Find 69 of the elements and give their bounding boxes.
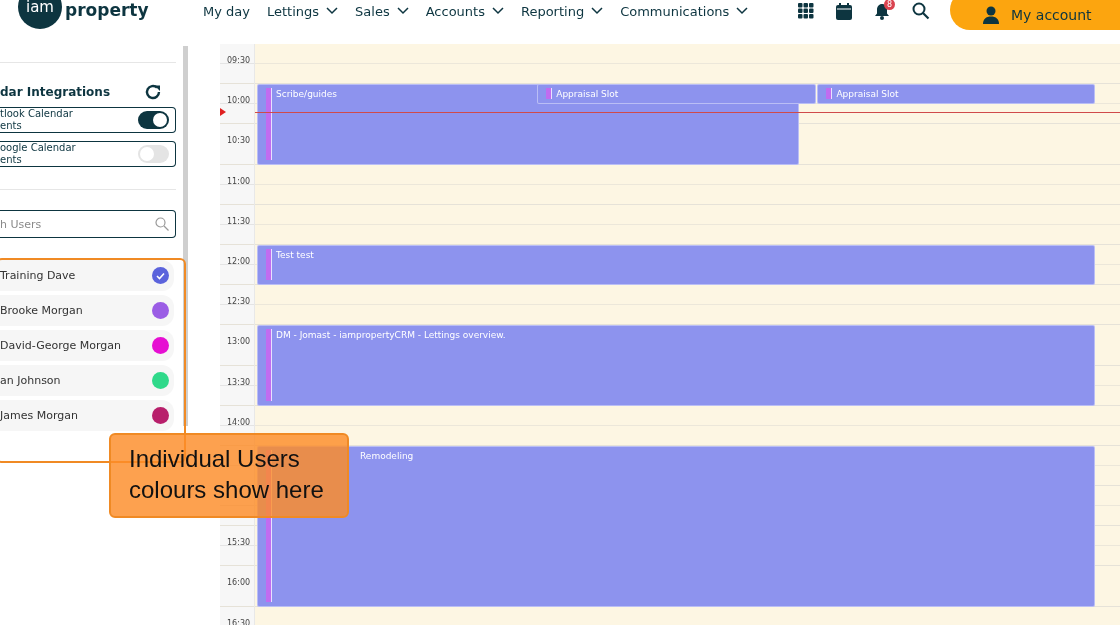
- user-item[interactable]: Training Dave: [0, 260, 174, 291]
- logo-mark: iam: [18, 0, 62, 29]
- color-stripe: [546, 88, 553, 100]
- nav-item[interactable]: Sales: [355, 3, 409, 19]
- chevron-down-icon: [736, 7, 749, 15]
- color-dot[interactable]: [152, 302, 169, 319]
- event-title: Scribe/guides: [276, 89, 337, 100]
- color-dot[interactable]: [152, 337, 169, 354]
- integration-label: tlook Calendar ents: [0, 108, 73, 132]
- account-button[interactable]: My account: [950, 0, 1120, 30]
- time-label: 13:30: [227, 377, 251, 387]
- user-item[interactable]: James Morgan: [0, 400, 174, 431]
- user-name: an Johnson: [0, 374, 61, 387]
- search-field[interactable]: h Users: [0, 210, 176, 238]
- nav-item[interactable]: My day: [203, 3, 250, 19]
- color-stripe: [266, 329, 272, 401]
- color-dot[interactable]: [152, 407, 169, 424]
- search-icon: [155, 217, 169, 231]
- nav-item[interactable]: Lettings: [266, 3, 339, 19]
- user-name: James Morgan: [0, 409, 78, 422]
- user-name: Brooke Morgan: [0, 304, 83, 317]
- time-label: 16:30: [227, 618, 251, 625]
- toggle-switch[interactable]: [138, 111, 169, 129]
- event-title: Test test: [276, 250, 314, 260]
- time-label: 13:00: [227, 337, 251, 347]
- chevron-down-icon: [326, 7, 339, 15]
- nav-item[interactable]: Accounts: [425, 3, 504, 19]
- event-title: Appraisal Slot: [836, 89, 899, 100]
- notification-badge: 8: [884, 0, 895, 10]
- scrollbar[interactable]: [183, 46, 188, 426]
- time-label: 11:00: [227, 176, 251, 186]
- chevron-down-icon: [396, 7, 409, 15]
- logo-text: property: [65, 0, 149, 20]
- event-title: DM - Jomast - iampropertyCRM - Lettings overview.: [276, 330, 506, 341]
- time-label: 11:30: [227, 216, 251, 226]
- user-name: Training Dave: [0, 269, 76, 282]
- color-stripe: [266, 249, 272, 281]
- event-title: Appraisal Slot: [556, 89, 619, 100]
- chevron-down-icon: [491, 7, 504, 15]
- nav-item[interactable]: Communications: [620, 3, 749, 19]
- color-stripe: [266, 88, 272, 160]
- calendar-icon[interactable]: [836, 2, 852, 20]
- refresh-icon[interactable]: [144, 83, 162, 101]
- color-dot[interactable]: [152, 372, 169, 389]
- time-label: 16:00: [227, 578, 251, 588]
- time-label: 14:00: [227, 417, 251, 427]
- nav-item[interactable]: Reporting: [520, 3, 604, 19]
- toggle-switch[interactable]: [138, 145, 169, 163]
- user-name: David-George Morgan: [0, 339, 121, 352]
- bell-icon[interactable]: [874, 2, 890, 20]
- time-label: 10:00: [227, 96, 251, 106]
- current-time-marker: [220, 108, 226, 116]
- user-item[interactable]: Brooke Morgan: [0, 295, 174, 326]
- grid-icon[interactable]: [798, 3, 814, 19]
- time-label: 15:30: [227, 538, 251, 548]
- search-icon[interactable]: [912, 2, 930, 20]
- time-label: 12:30: [227, 297, 251, 307]
- user-item[interactable]: David-George Morgan: [0, 330, 174, 361]
- user-icon: [983, 6, 999, 24]
- time-label: 12:00: [227, 256, 251, 266]
- user-item[interactable]: an Johnson: [0, 365, 174, 396]
- integration-label: oogle Calendar ents: [0, 142, 76, 166]
- section-title: dar Integrations: [0, 85, 111, 99]
- event-title: Remodeling: [360, 451, 414, 461]
- time-label: 09:30: [227, 56, 251, 65]
- checked-color-dot[interactable]: [152, 267, 169, 284]
- time-label: 10:30: [227, 136, 251, 146]
- chevron-down-icon: [591, 7, 604, 15]
- color-stripe: [826, 88, 833, 100]
